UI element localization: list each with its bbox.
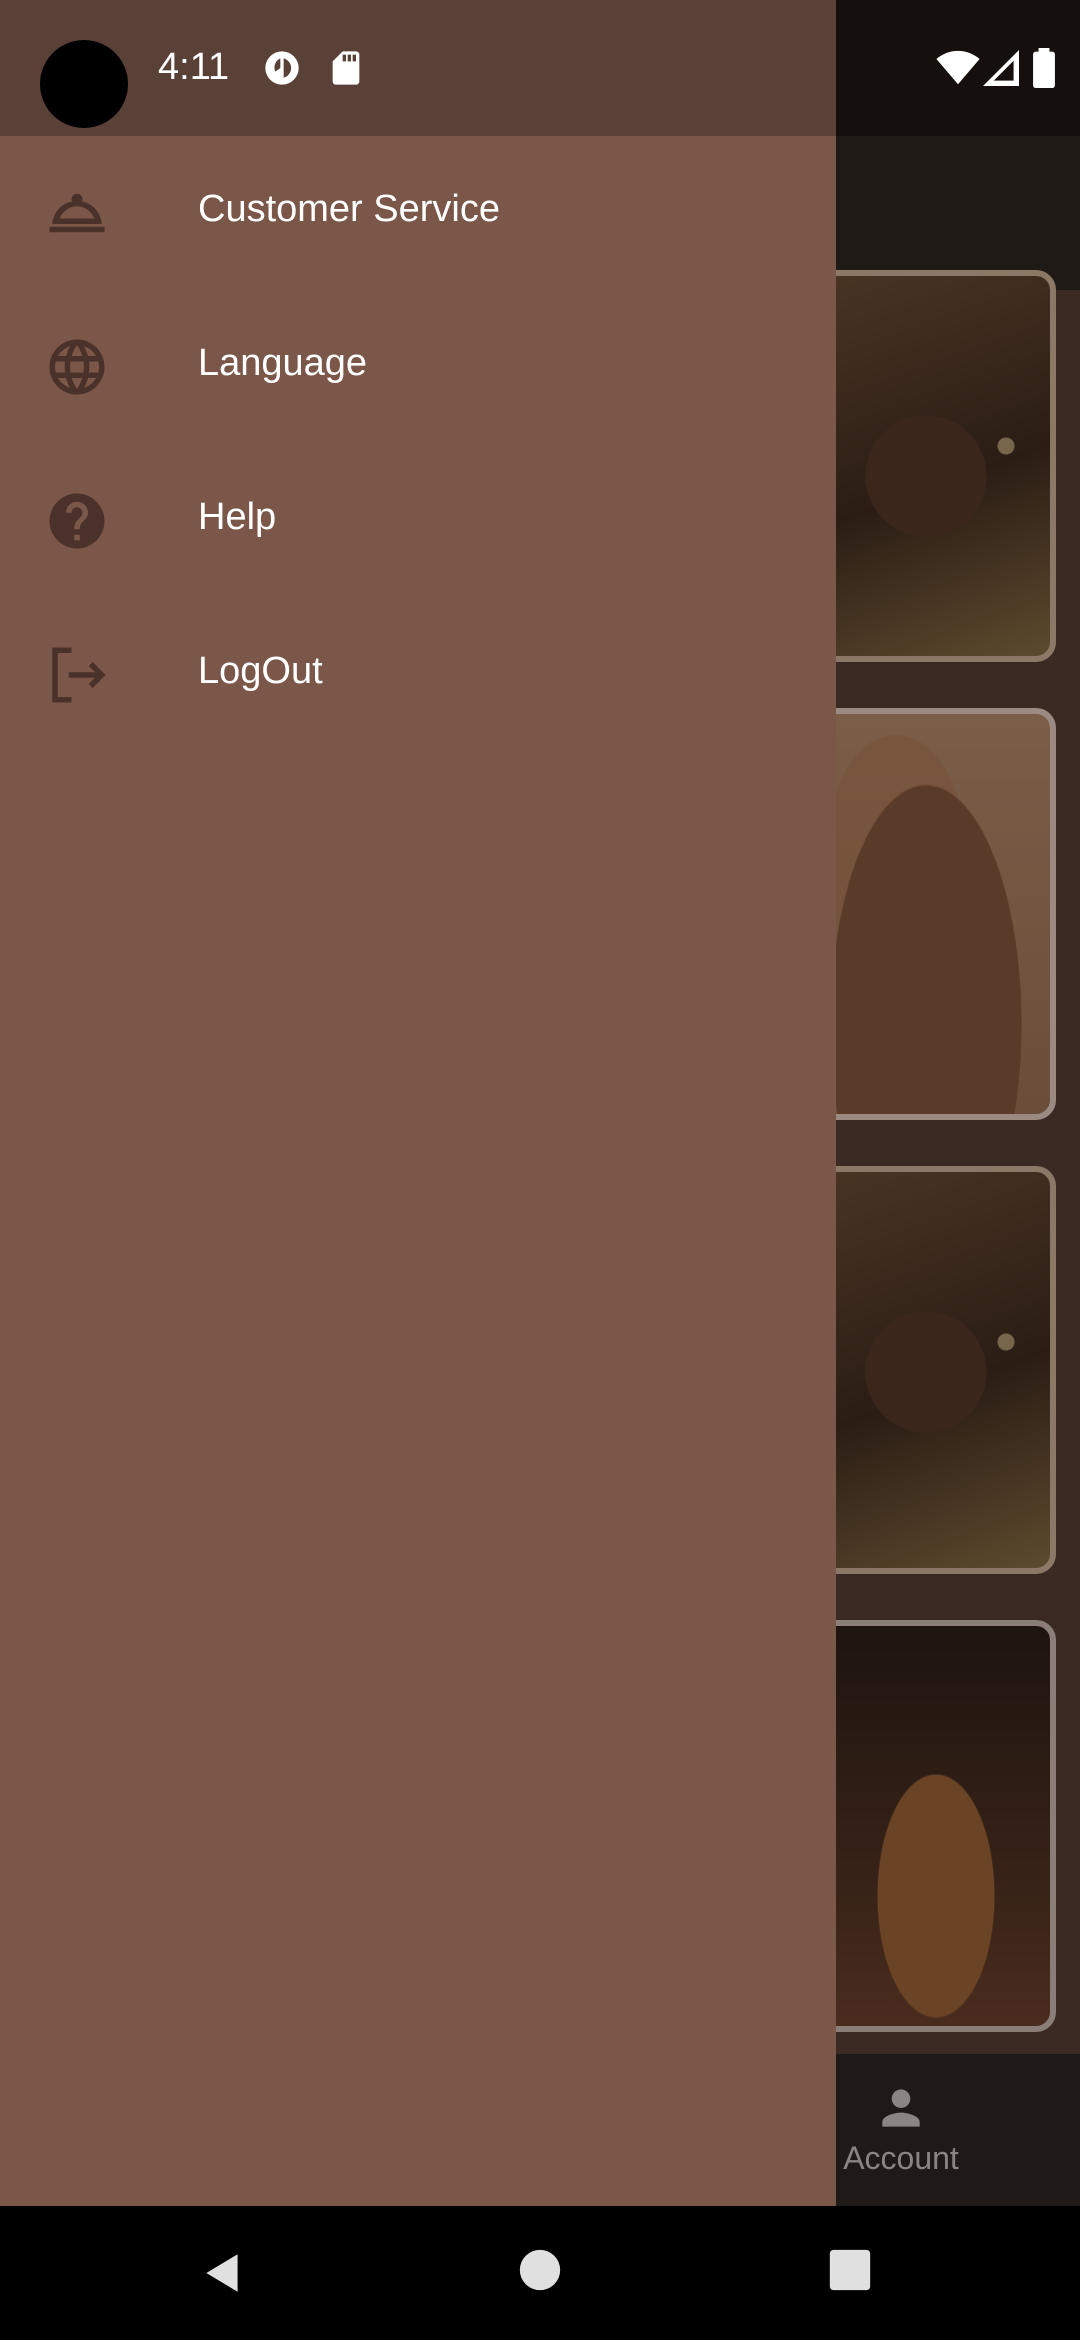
drawer-item-customer-service[interactable]: Customer Service [0, 136, 836, 290]
drawer-item-label: Language [198, 342, 368, 384]
drawer-item-logout[interactable]: LogOut [0, 598, 836, 752]
bottom-nav-account-label: Account [843, 2140, 959, 2176]
logout-icon [52, 647, 106, 703]
data-saver-icon [265, 51, 299, 85]
product-card-image[interactable] [800, 1620, 1056, 2032]
status-time: 4:11 [158, 46, 230, 88]
drawer-item-language[interactable]: Language [0, 290, 836, 444]
help-icon [49, 493, 105, 549]
sd-card-icon [332, 51, 360, 85]
navigation-drawer: Customer Service Language Help LogOut [0, 136, 836, 2206]
drawer-item-label: Help [198, 496, 277, 538]
wifi-icon [936, 50, 980, 85]
recents-icon[interactable] [828, 2248, 872, 2292]
drawer-item-label: Customer Service [198, 188, 500, 230]
home-icon[interactable] [518, 2248, 562, 2292]
globe-icon [49, 339, 105, 395]
drawer-item-help[interactable]: Help [0, 444, 836, 598]
drawer-item-label: LogOut [198, 650, 323, 692]
system-navigation-bar [0, 2206, 1080, 2340]
person-icon [882, 2089, 920, 2127]
product-card-image[interactable] [800, 270, 1056, 662]
camera-cutout [40, 40, 128, 128]
status-bar: 4:11 [0, 0, 1080, 136]
product-card-image[interactable] [800, 1166, 1056, 1574]
back-icon[interactable] [198, 2248, 248, 2298]
service-bell-icon [49, 193, 105, 233]
cell-signal-icon [983, 50, 1019, 86]
product-card-image[interactable] [800, 708, 1056, 1120]
status-bar-drawer-tint [0, 0, 836, 136]
battery-icon [1033, 48, 1055, 88]
bottom-nav-account[interactable]: Account [826, 2080, 976, 2177]
